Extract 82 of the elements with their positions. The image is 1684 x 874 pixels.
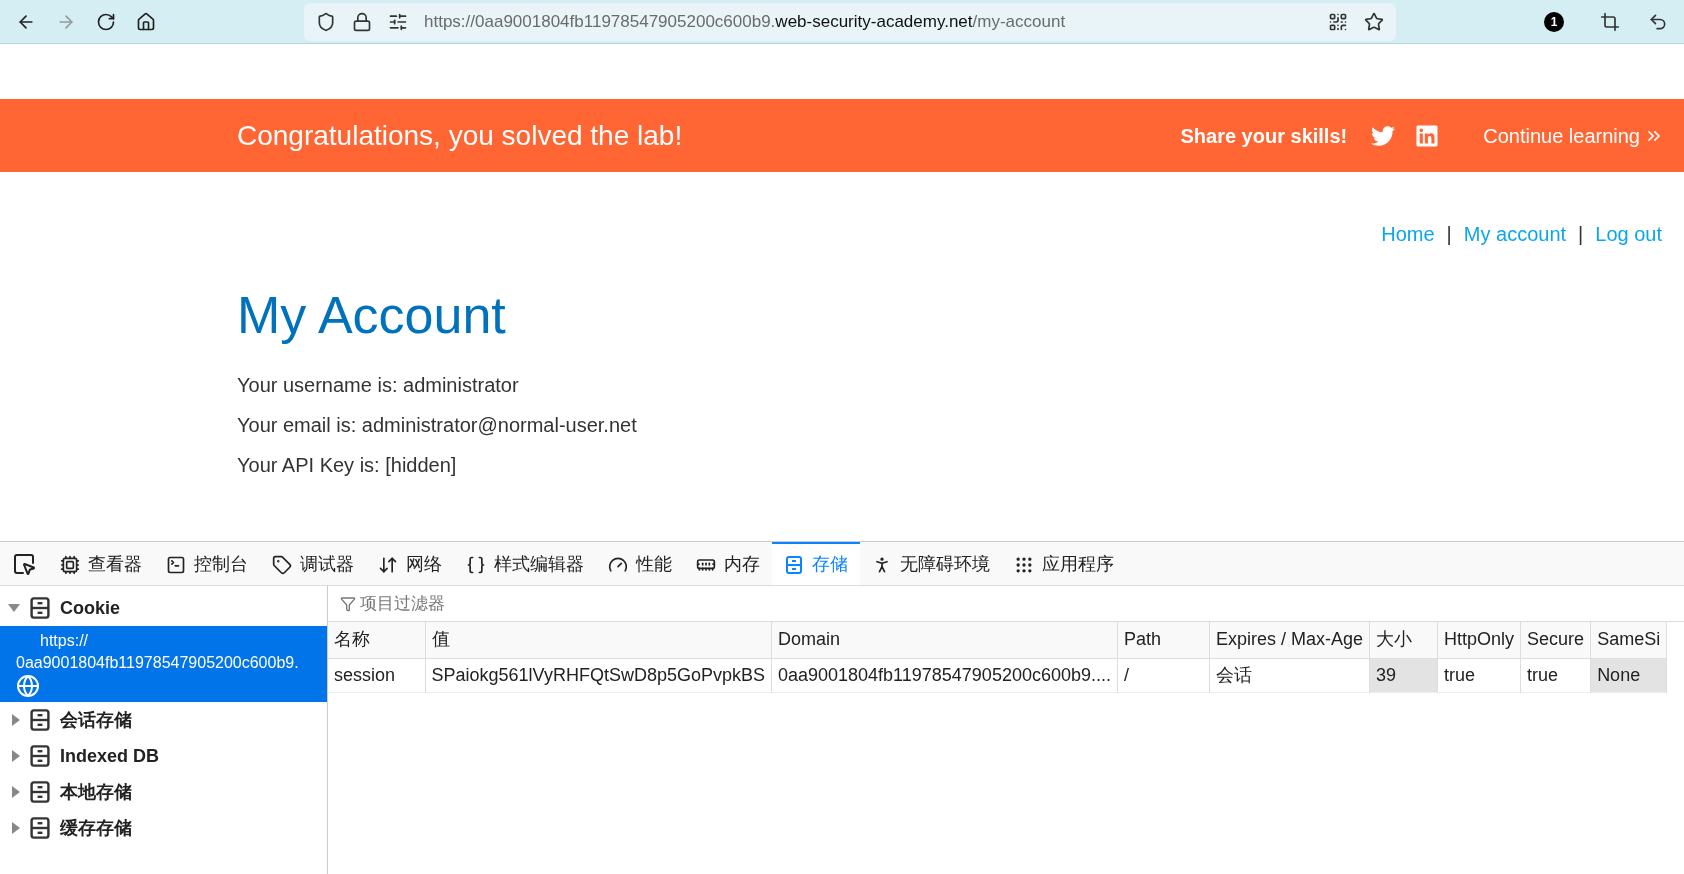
notification-badge[interactable]: 1 xyxy=(1544,11,1564,32)
devtools-tab[interactable]: 查看器 xyxy=(48,542,154,585)
storage-icon xyxy=(28,744,52,768)
column-header[interactable]: Expires / Max-Age xyxy=(1209,622,1370,658)
tree-label: 缓存存储 xyxy=(60,816,132,840)
banner-message: Congratulations, you solved the lab! xyxy=(237,118,683,153)
storage-icon xyxy=(28,708,52,732)
table-cell: session xyxy=(328,658,425,692)
devtools-tab[interactable]: 网络 xyxy=(366,542,454,585)
storage-icon xyxy=(28,596,52,620)
shield-icon[interactable] xyxy=(316,11,336,32)
column-header[interactable]: 名称 xyxy=(328,622,425,658)
account-detail: Your API Key is: [hidden] xyxy=(237,453,458,478)
table-cell: true xyxy=(1437,658,1521,692)
devtools-tab[interactable]: 无障碍环境 xyxy=(860,542,1002,585)
globe-icon xyxy=(16,674,40,698)
in-logo-icon[interactable] xyxy=(1415,123,1440,148)
column-header[interactable]: Domain xyxy=(771,622,1118,658)
devtools-tab[interactable]: 控制台 xyxy=(154,542,260,585)
host-text: 0aa9001804fb11978547905200c600b9. xyxy=(16,653,299,673)
devtools-tab[interactable]: 调试器 xyxy=(260,542,366,585)
reload-icon[interactable] xyxy=(96,11,116,32)
nav-separator: | xyxy=(1446,221,1452,247)
table-cell: 会话 xyxy=(1209,658,1370,692)
column-header[interactable]: 大小 xyxy=(1369,622,1438,658)
storage-tree-item[interactable]: Cookie xyxy=(0,590,327,626)
nav-separator: | xyxy=(1578,221,1584,247)
devtools-tab[interactable]: 样式编辑器 xyxy=(454,542,596,585)
host-text: https:// xyxy=(39,631,89,651)
element-picker-icon[interactable] xyxy=(12,551,36,576)
bird-icon[interactable] xyxy=(1371,123,1396,148)
column-header[interactable]: SameSi xyxy=(1590,622,1667,658)
devtools-tab[interactable]: 内存 xyxy=(684,542,772,585)
column-header[interactable]: Secure xyxy=(1520,622,1591,658)
tag-icon xyxy=(272,554,292,575)
storage-icon xyxy=(28,780,52,804)
undo-icon[interactable] xyxy=(1648,11,1668,32)
storage-tree-item[interactable]: 本地存储 xyxy=(0,774,327,810)
storage-icon xyxy=(784,554,804,575)
storage-tree-item[interactable]: Indexed DB xyxy=(0,738,327,774)
column-header[interactable]: HttpOnly xyxy=(1437,622,1521,658)
crop-icon[interactable] xyxy=(1600,11,1620,32)
expand-triangle-icon xyxy=(12,750,20,762)
devtools-tab[interactable]: 存储 xyxy=(772,542,860,585)
expand-triangle-icon xyxy=(12,822,20,834)
storage-tree-item[interactable]: 缓存存储 xyxy=(0,810,327,846)
account-detail: Your email is: administrator@normal-user.net xyxy=(237,413,638,438)
cookie-host-item[interactable]: https:// 0aa9001804fb11978547905200c600b9. xyxy=(0,626,327,702)
url-text: https://0aa9001804fb11978547905200c600b9.web-security-academy.net/my-account xyxy=(424,10,1066,33)
braces-icon xyxy=(466,554,486,575)
chip-icon xyxy=(60,554,80,575)
table-cell: SPaiokg561lVyRHFQtSwD8p5GoPvpkBS xyxy=(425,658,772,692)
terminal-icon xyxy=(166,554,186,575)
table-cell: 39 xyxy=(1369,658,1438,692)
column-header[interactable]: Path xyxy=(1117,622,1210,658)
permissions-icon[interactable] xyxy=(388,11,408,32)
share-label: Share your skills! xyxy=(1180,123,1348,149)
table-cell: true xyxy=(1520,658,1591,692)
address-bar[interactable]: https://0aa9001804fb11978547905200c600b9.web-security-academy.net/my-account xyxy=(304,2,1396,41)
table-cell: None xyxy=(1590,658,1667,692)
expand-triangle-icon xyxy=(12,714,20,726)
table-cell: 0aa9001804fb11978547905200c600b9.... xyxy=(771,658,1118,692)
column-header[interactable]: 值 xyxy=(425,622,772,658)
filter-icon xyxy=(340,595,356,612)
tree-label: Cookie xyxy=(60,596,120,620)
table-cell: / xyxy=(1117,658,1210,692)
devtools-tab[interactable]: 性能 xyxy=(596,542,684,585)
home-icon[interactable] xyxy=(136,11,156,32)
qr-code-icon[interactable] xyxy=(1328,11,1348,32)
tree-label: 本地存储 xyxy=(60,780,132,804)
filter-field[interactable]: 项目过滤器 xyxy=(360,590,1672,617)
lock-icon[interactable] xyxy=(352,11,372,32)
storage-tree-item[interactable]: 会话存储 xyxy=(0,702,327,738)
star-icon[interactable] xyxy=(1364,11,1384,32)
storage-icon xyxy=(28,816,52,840)
page-heading: My Account xyxy=(237,285,507,346)
expand-triangle-icon xyxy=(12,786,20,798)
tree-label: Indexed DB xyxy=(60,744,160,768)
tree-label: 会话存储 xyxy=(60,708,132,732)
collapse-triangle-icon xyxy=(8,604,20,612)
devtools-tab[interactable]: 应用程序 xyxy=(1002,542,1126,585)
account-detail: Your username is: administrator xyxy=(237,373,520,398)
